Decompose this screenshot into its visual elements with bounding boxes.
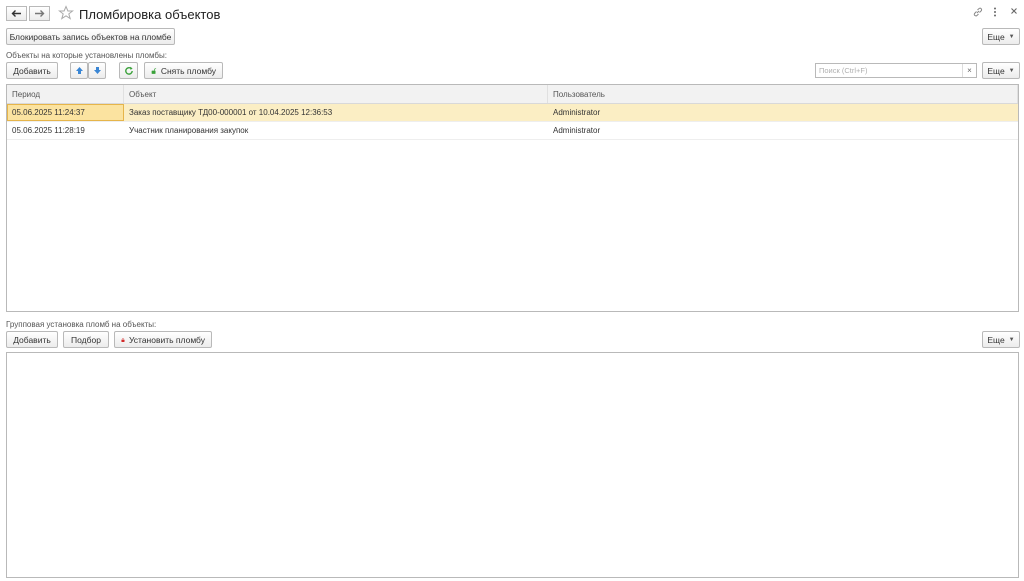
more-label: Еще [987, 334, 1005, 345]
move-up-button[interactable] [70, 62, 88, 79]
group-add-button[interactable]: Добавить [6, 331, 58, 348]
more-vertical-icon[interactable] [993, 7, 997, 17]
arrow-left-icon [11, 10, 21, 17]
set-seal-label: Установить пломбу [128, 334, 205, 345]
close-icon[interactable] [1010, 7, 1018, 15]
search-input[interactable] [816, 64, 962, 77]
sealed-caption: Объекты на которые установлены пломбы: [6, 51, 167, 60]
group-caption: Групповая установка пломб на объекты: [6, 320, 157, 329]
more-button-sealed[interactable]: Еще ▼ [982, 62, 1020, 79]
link-icon[interactable] [973, 7, 983, 17]
column-header-object[interactable]: Объект [124, 85, 548, 103]
cell-object[interactable]: Заказ поставщику ТД00-000001 от 10.04.20… [124, 104, 548, 121]
refresh-icon [124, 66, 133, 75]
page-title: Пломбировка объектов [79, 7, 221, 22]
block-record-button[interactable]: Блокировать запись объектов на пломбе [6, 28, 175, 45]
more-label: Еще [987, 65, 1005, 76]
unlock-icon [151, 67, 157, 74]
add-button[interactable]: Добавить [6, 62, 58, 79]
group-objects-table[interactable] [6, 352, 1019, 578]
remove-seal-button[interactable]: Снять пломбу [144, 62, 223, 79]
chevron-down-icon: ▼ [1008, 33, 1015, 40]
arrow-up-icon [75, 67, 83, 74]
move-down-button[interactable] [88, 62, 106, 79]
arrow-right-icon [35, 10, 45, 17]
pick-button[interactable]: Подбор [63, 331, 109, 348]
more-button-group[interactable]: Еще ▼ [982, 331, 1020, 348]
column-header-user[interactable]: Пользователь [548, 85, 1018, 103]
refresh-button[interactable] [119, 62, 138, 79]
more-label: Еще [987, 31, 1005, 42]
cell-user[interactable]: Administrator [548, 104, 1018, 121]
table-row[interactable]: 05.06.2025 11:28:19 Участник планировани… [7, 122, 1018, 140]
chevron-down-icon: ▼ [1008, 67, 1015, 74]
more-button-top[interactable]: Еще ▼ [982, 28, 1020, 45]
favorite-star-icon[interactable] [58, 5, 74, 21]
column-header-period[interactable]: Период [7, 85, 124, 103]
cell-period[interactable]: 05.06.2025 11:24:37 [7, 104, 124, 121]
clear-search-icon[interactable]: × [962, 64, 976, 77]
arrow-down-icon [93, 67, 101, 74]
table-header: Период Объект Пользователь [7, 85, 1018, 104]
cell-object[interactable]: Участник планирования закупок [124, 122, 548, 139]
search-field[interactable]: × [815, 63, 977, 78]
lock-icon [121, 337, 125, 342]
cell-period[interactable]: 05.06.2025 11:28:19 [7, 122, 124, 139]
set-seal-button[interactable]: Установить пломбу [114, 331, 212, 348]
cell-user[interactable]: Administrator [548, 122, 1018, 139]
chevron-down-icon: ▼ [1008, 336, 1015, 343]
table-row[interactable]: 05.06.2025 11:24:37 Заказ поставщику ТД0… [7, 104, 1018, 122]
back-button[interactable] [6, 6, 27, 21]
remove-seal-label: Снять пломбу [160, 65, 216, 76]
forward-button[interactable] [29, 6, 50, 21]
sealed-objects-table[interactable]: Период Объект Пользователь 05.06.2025 11… [6, 84, 1019, 312]
